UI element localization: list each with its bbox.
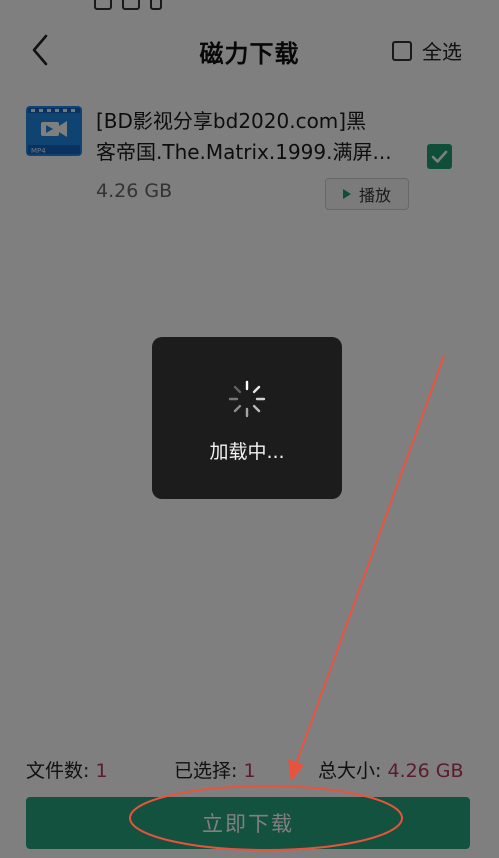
file-type-badge: MP4 [31, 147, 46, 155]
selected-count: 已选择: 1 [174, 756, 256, 783]
select-all-toggle[interactable]: 全选 [392, 36, 462, 65]
file-list-item[interactable]: MP4 [BD影视分享bd2020.com]黑 客帝国.The.Matrix.1… [0, 94, 499, 222]
mp4-video-file-icon: MP4 [26, 106, 82, 156]
file-name-line-2: 客帝国.The.Matrix.1999.满屏... [96, 140, 392, 164]
play-button[interactable]: 播放 [325, 178, 409, 210]
loading-toast: 加载中... [152, 337, 342, 499]
selected-count-value: 1 [243, 760, 256, 782]
file-select-checkbox[interactable] [427, 144, 452, 169]
file-count-label: 文件数: [26, 760, 90, 782]
summary-bar: 文件数: 1 已选择: 1 总大小: 4.26 GB [0, 756, 499, 782]
play-button-label: 播放 [358, 186, 391, 205]
total-size-value: 4.26 GB [387, 760, 464, 782]
download-now-label: 立即下载 [202, 812, 294, 836]
loading-spinner-icon [228, 380, 266, 418]
select-all-checkbox[interactable] [392, 40, 412, 61]
selected-count-label: 已选择: [174, 760, 238, 782]
file-count-value: 1 [95, 760, 108, 782]
header: 磁力下载 全选 [0, 6, 499, 94]
total-size-label: 总大小: [318, 760, 382, 782]
file-name: [BD影视分享bd2020.com]黑 客帝国.The.Matrix.1999.… [96, 106, 406, 168]
file-size: 4.26 GB [96, 180, 173, 202]
total-size: 总大小: 4.26 GB [318, 756, 464, 783]
checkmark-icon [431, 150, 448, 163]
file-count: 文件数: 1 [26, 756, 108, 783]
play-icon [342, 189, 351, 199]
download-now-button[interactable]: 立即下载 [26, 797, 470, 849]
loading-text: 加载中... [209, 441, 285, 463]
select-all-label: 全选 [422, 40, 462, 64]
file-name-line-1: [BD影视分享bd2020.com]黑 [96, 109, 367, 133]
